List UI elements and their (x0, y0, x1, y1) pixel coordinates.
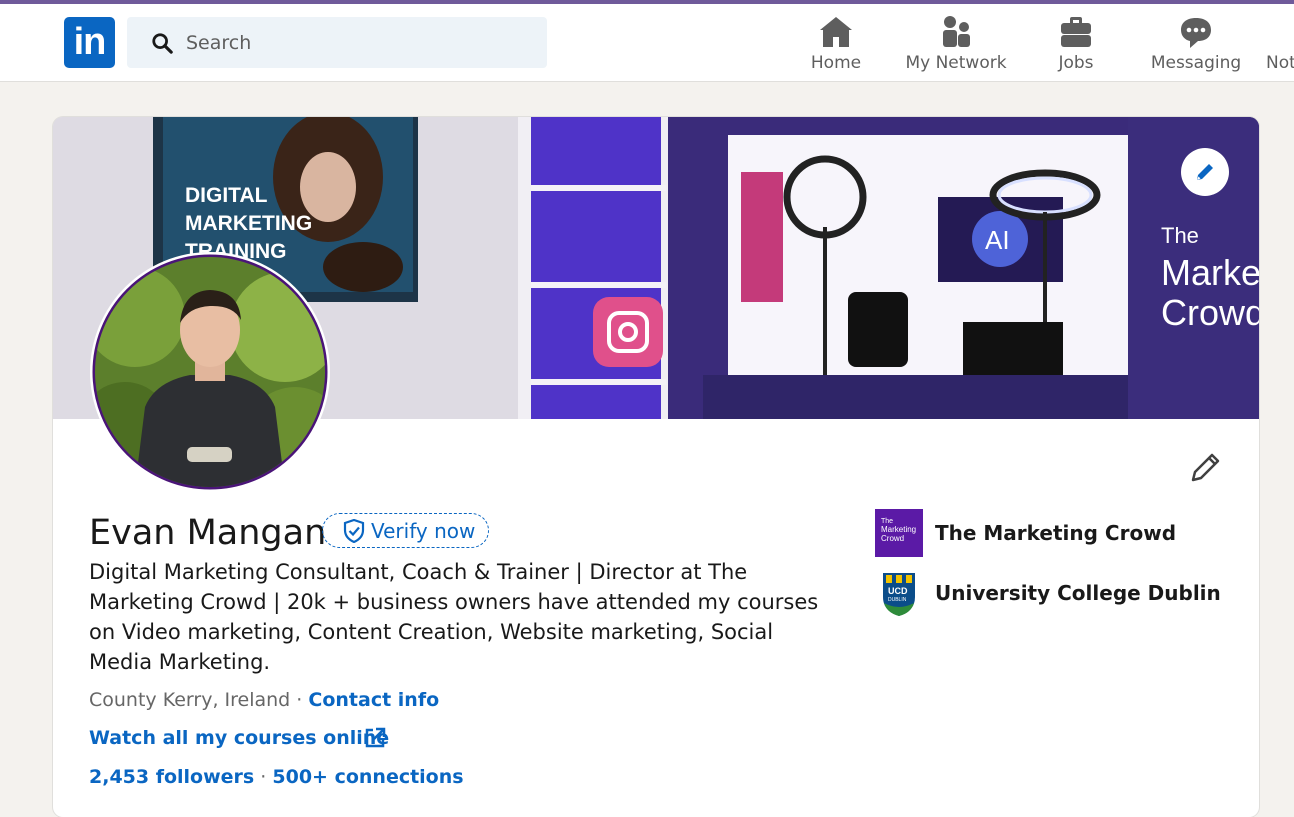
home-icon (820, 17, 852, 47)
pencil-icon (1197, 164, 1213, 180)
ucd-crest-logo: UCD DUBLIN (875, 569, 923, 617)
nav-label-messaging: Messaging (1150, 53, 1242, 73)
banner-poster-line-2: MARKETING (185, 212, 312, 235)
search-bar[interactable] (127, 17, 547, 68)
location-separator: · (296, 689, 303, 711)
nav-label-home: Home (810, 53, 862, 73)
nav-label-my-network: My Network (905, 53, 1007, 73)
profile-name: Evan Mangan (89, 513, 327, 553)
marketing-crowd-logo-line-3: Crowd (881, 534, 904, 543)
my-network-icon (943, 16, 970, 47)
verify-now-button[interactable]: Verify now (322, 513, 489, 548)
network-stats: 2,453 followers · 500+ connections (89, 765, 464, 789)
nav-item-home[interactable]: Home (796, 8, 876, 78)
external-link-icon[interactable] (363, 726, 387, 750)
profile-photo (95, 257, 325, 487)
location-line: County Kerry, Ireland · Contact info (89, 688, 439, 712)
nav-label-jobs: Jobs (1058, 53, 1094, 73)
edit-banner-button[interactable] (1181, 148, 1229, 196)
website-link[interactable]: Watch all my courses online (89, 726, 389, 750)
ucd-logo-text: UCD (888, 586, 908, 596)
edit-intro-pencil-icon[interactable] (1188, 450, 1222, 484)
profile-headline: Digital Marketing Consultant, Coach & Tr… (89, 560, 819, 674)
marketing-crowd-logo-line-1: The (881, 518, 893, 525)
followers-link[interactable]: 2,453 followers (89, 766, 254, 788)
verify-now-label: Verify now (371, 519, 476, 543)
org-name-ucd: University College Dublin (935, 581, 1221, 605)
banner-sign-line-2: Market (1161, 252, 1259, 293)
marketing-crowd-logo: The Marketing Crowd (875, 509, 923, 557)
nav-label-notifications: Not (1266, 53, 1294, 73)
verified-shield-icon (343, 519, 365, 543)
banner-poster-line-1: DIGITAL (185, 184, 268, 207)
linkedin-logo[interactable]: in (64, 17, 115, 68)
nav-item-notifications[interactable]: Not (1266, 8, 1294, 78)
nav-item-messaging[interactable]: Messaging (1146, 8, 1246, 78)
banner-sign-line-1: The (1161, 223, 1199, 248)
search-input[interactable] (186, 17, 526, 68)
ucd-logo-subtext: DUBLIN (888, 597, 907, 603)
nav-item-jobs[interactable]: Jobs (1036, 8, 1116, 78)
messaging-icon (1181, 18, 1211, 48)
connections-separator: · (260, 766, 267, 788)
banner-sign-line-3: Crowd (1161, 292, 1259, 333)
profile-location: County Kerry, Ireland (89, 689, 291, 711)
org-name-marketing-crowd: The Marketing Crowd (935, 521, 1177, 545)
contact-info-link[interactable]: Contact info (308, 689, 439, 711)
linkedin-logo-text: in (73, 21, 107, 63)
banner-screen-text: AI (985, 225, 1010, 255)
search-icon (152, 33, 173, 54)
connections-link[interactable]: 500+ connections (272, 766, 463, 788)
briefcase-icon (1061, 17, 1091, 47)
global-nav: in Home My Network Jobs (0, 4, 1294, 82)
nav-item-my-network[interactable]: My Network (901, 8, 1011, 78)
marketing-crowd-logo-line-2: Marketing (881, 525, 916, 534)
avatar[interactable] (95, 257, 325, 487)
